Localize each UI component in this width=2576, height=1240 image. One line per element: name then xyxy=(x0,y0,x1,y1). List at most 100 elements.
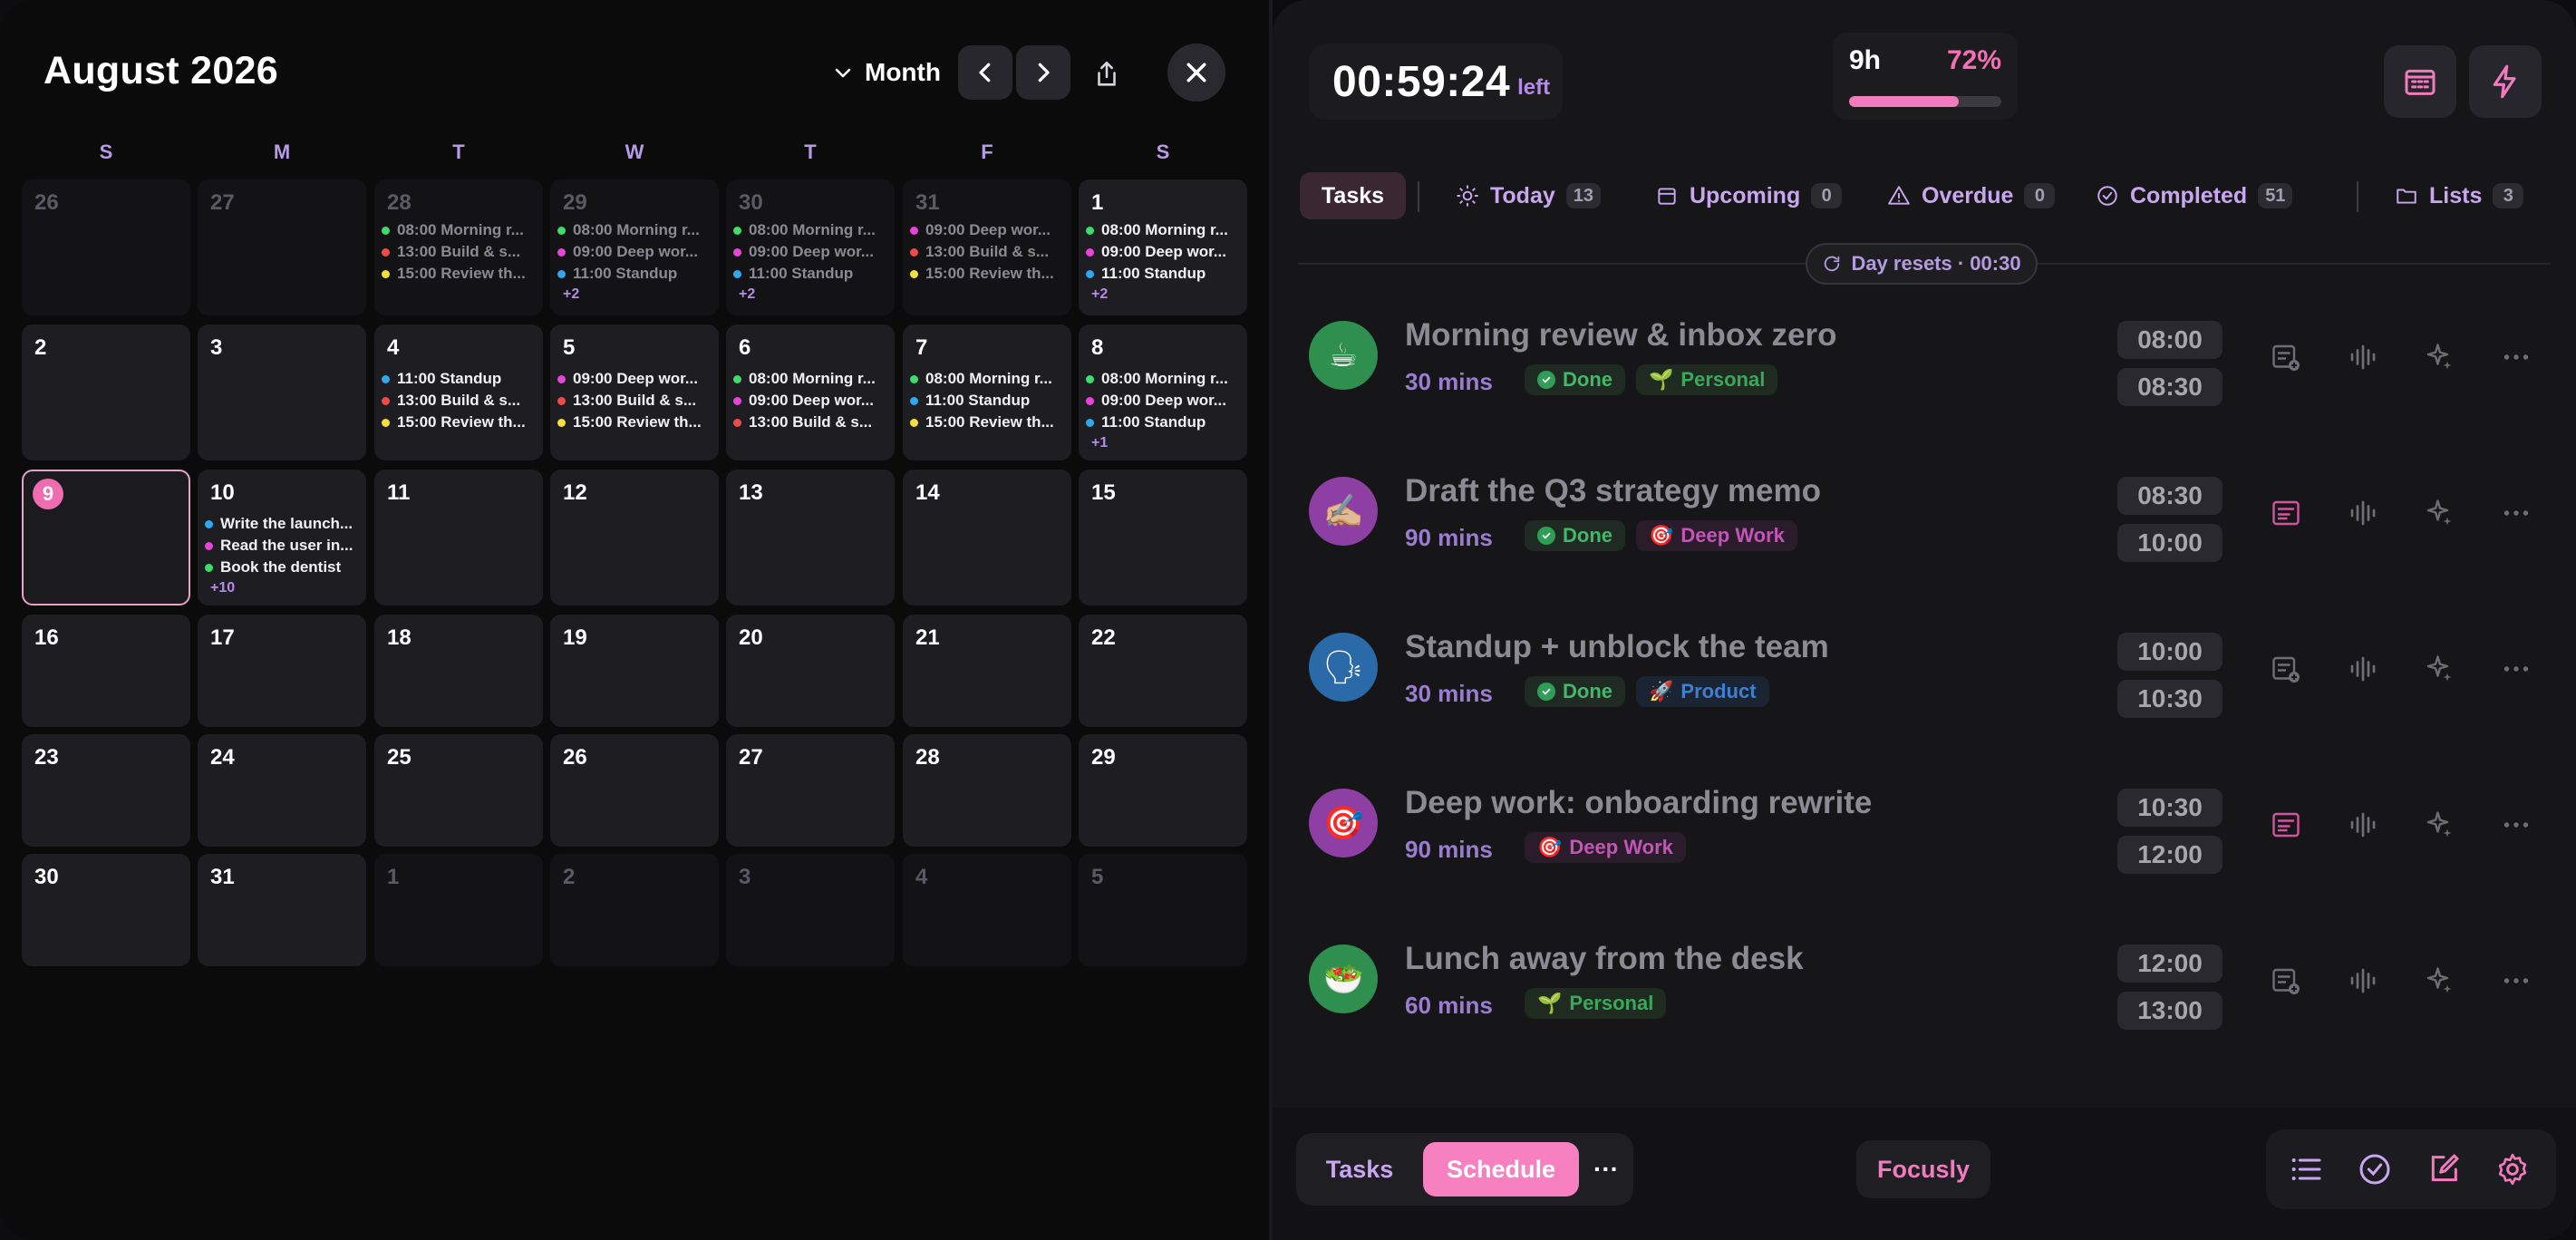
more-events-link[interactable]: +2 xyxy=(1091,286,1108,303)
calendar-event[interactable]: 15:00 Review th... xyxy=(910,412,1066,433)
new-task-button[interactable] xyxy=(2424,1149,2464,1189)
category-tag[interactable]: 🎯 Deep Work xyxy=(1525,832,1686,863)
voice-button[interactable] xyxy=(2345,495,2381,531)
calendar-event[interactable]: 13:00 Build & s... xyxy=(382,241,537,263)
task-row[interactable]: 🗣 Standup + unblock the team 30 mins Done 🚀 P… xyxy=(1309,624,2551,760)
previous-month-button[interactable] xyxy=(958,45,1012,100)
day-cell[interactable]: 22 xyxy=(1079,615,1247,727)
day-cell[interactable]: 25 xyxy=(374,734,543,847)
calendar-event[interactable]: Book the dentist xyxy=(205,557,361,578)
voice-button[interactable] xyxy=(2345,963,2381,999)
day-cell[interactable]: 18 xyxy=(374,615,543,727)
ai-assist-button[interactable] xyxy=(2421,339,2457,375)
calendar-event[interactable]: 11:00 Standup xyxy=(1086,263,1242,285)
day-cell[interactable]: 8 08:00 Morning r... 09:00 Deep wor... 11:0… xyxy=(1079,325,1247,460)
close-calendar-button[interactable] xyxy=(1167,44,1225,102)
view-mode-dropdown[interactable]: Month xyxy=(832,56,941,89)
calendar-event[interactable]: 15:00 Review th... xyxy=(382,263,537,285)
task-more-button[interactable] xyxy=(2498,651,2534,687)
voice-button[interactable] xyxy=(2345,339,2381,375)
calendar-event[interactable]: 09:00 Deep wor... xyxy=(557,241,713,263)
calendar-event[interactable]: 13:00 Build & s... xyxy=(733,412,889,433)
day-cell[interactable]: 23 xyxy=(22,734,190,847)
note-button[interactable] xyxy=(2268,963,2304,999)
start-time-chip[interactable]: 10:30 xyxy=(2117,789,2223,827)
day-cell[interactable]: 30 08:00 Morning r... 09:00 Deep wor... 11:… xyxy=(726,179,895,315)
calendar-event[interactable]: 11:00 Standup xyxy=(733,263,889,285)
calendar-event[interactable]: 09:00 Deep wor... xyxy=(910,219,1066,241)
more-options-button[interactable]: ··· xyxy=(1588,1133,1624,1206)
calendar-event[interactable]: 09:00 Deep wor... xyxy=(1086,241,1242,263)
day-cell[interactable]: 7 08:00 Morning r... 11:00 Standup 15:00 Re… xyxy=(903,325,1071,460)
day-cell[interactable]: 30 xyxy=(22,854,190,966)
calendar-event[interactable]: 09:00 Deep wor... xyxy=(733,241,889,263)
more-events-link[interactable]: +2 xyxy=(739,286,755,303)
day-cell[interactable]: 14 xyxy=(903,470,1071,605)
more-events-link[interactable]: +2 xyxy=(563,286,579,303)
day-cell[interactable]: 2 xyxy=(550,854,719,966)
task-row[interactable]: ✍🏼 Draft the Q3 strategy memo 90 mins Done 🎯… xyxy=(1309,468,2551,604)
calendar-event[interactable]: 08:00 Morning r... xyxy=(1086,368,1242,390)
day-cell[interactable]: 27 xyxy=(726,734,895,847)
settings-button[interactable] xyxy=(2493,1149,2532,1189)
calendar-event[interactable]: 11:00 Standup xyxy=(382,368,537,390)
day-cell[interactable]: 10 Write the launch... Read the user in...… xyxy=(198,470,366,605)
end-time-chip[interactable]: 10:00 xyxy=(2117,524,2223,562)
ai-assist-button[interactable] xyxy=(2421,963,2457,999)
day-cell[interactable]: 5 09:00 Deep wor... 13:00 Build & s... 15:0… xyxy=(550,325,719,460)
day-cell[interactable]: 11 xyxy=(374,470,543,605)
day-cell[interactable]: 24 xyxy=(198,734,366,847)
calendar-event[interactable]: 08:00 Morning r... xyxy=(733,368,889,390)
calendar-event[interactable]: 11:00 Standup xyxy=(910,390,1066,412)
start-time-chip[interactable]: 10:00 xyxy=(2117,633,2223,671)
calendar-event[interactable]: 08:00 Morning r... xyxy=(382,219,537,241)
note-button[interactable] xyxy=(2268,495,2304,531)
today-cell[interactable]: 9 xyxy=(22,470,190,605)
day-cell[interactable]: 3 xyxy=(198,325,366,460)
filter-completed[interactable]: Completed 51 xyxy=(2096,172,2293,219)
calendar-event[interactable]: 08:00 Morning r... xyxy=(733,219,889,241)
day-cell[interactable]: 29 xyxy=(1079,734,1247,847)
filter-today[interactable]: Today 13 xyxy=(1456,172,1602,219)
day-cell[interactable]: 1 xyxy=(374,854,543,966)
day-cell[interactable]: 13 xyxy=(726,470,895,605)
voice-button[interactable] xyxy=(2345,807,2381,843)
task-more-button[interactable] xyxy=(2498,963,2534,999)
ai-assist-button[interactable] xyxy=(2421,651,2457,687)
category-tag[interactable]: 🌱 Personal xyxy=(1636,364,1778,395)
start-time-chip[interactable]: 12:00 xyxy=(2117,945,2223,983)
day-cell[interactable]: 1 08:00 Morning r... 09:00 Deep wor... 11:0… xyxy=(1079,179,1247,315)
day-cell[interactable]: 28 08:00 Morning r... 13:00 Build & s... 15… xyxy=(374,179,543,315)
calendar-event[interactable]: 15:00 Review th... xyxy=(910,263,1066,285)
task-more-button[interactable] xyxy=(2498,807,2534,843)
calendar-event[interactable]: 15:00 Review th... xyxy=(557,412,713,433)
category-tag[interactable]: 🌱 Personal xyxy=(1525,988,1667,1019)
day-cell[interactable]: 2 xyxy=(22,325,190,460)
end-time-chip[interactable]: 12:00 xyxy=(2117,836,2223,874)
day-cell[interactable]: 15 xyxy=(1079,470,1247,605)
task-row[interactable]: ☕ Morning review & inbox zero 30 mins Done 🌱… xyxy=(1309,312,2551,448)
ai-assist-button[interactable] xyxy=(2421,807,2457,843)
category-tag[interactable]: 🎯 Deep Work xyxy=(1636,520,1797,551)
brand-button[interactable]: Focusly xyxy=(1856,1140,1990,1198)
filter-upcoming[interactable]: Upcoming 0 xyxy=(1655,172,1843,219)
tab-schedule[interactable]: Schedule xyxy=(1423,1142,1579,1196)
calendar-event[interactable]: 09:00 Deep wor... xyxy=(557,368,713,390)
day-cell[interactable]: 4 11:00 Standup 13:00 Build & s... 15:00 Re… xyxy=(374,325,543,460)
task-more-button[interactable] xyxy=(2498,495,2534,531)
day-cell[interactable]: 12 xyxy=(550,470,719,605)
list-view-button[interactable] xyxy=(2286,1149,2326,1189)
day-cell[interactable]: 26 xyxy=(22,179,190,315)
calendar-event[interactable]: 13:00 Build & s... xyxy=(382,390,537,412)
day-cell[interactable]: 26 xyxy=(550,734,719,847)
day-cell[interactable]: 16 xyxy=(22,615,190,727)
task-row[interactable]: 🎯 Deep work: onboarding rewrite 90 mins 🎯 De… xyxy=(1309,780,2551,915)
end-time-chip[interactable]: 08:30 xyxy=(2117,368,2223,406)
calendar-event[interactable]: 09:00 Deep wor... xyxy=(733,390,889,412)
day-cell[interactable]: 6 08:00 Morning r... 09:00 Deep wor... 13:0… xyxy=(726,325,895,460)
end-time-chip[interactable]: 13:00 xyxy=(2117,992,2223,1030)
day-cell[interactable]: 17 xyxy=(198,615,366,727)
day-cell[interactable]: 5 xyxy=(1079,854,1247,966)
day-cell[interactable]: 20 xyxy=(726,615,895,727)
completed-view-button[interactable] xyxy=(2355,1149,2395,1189)
